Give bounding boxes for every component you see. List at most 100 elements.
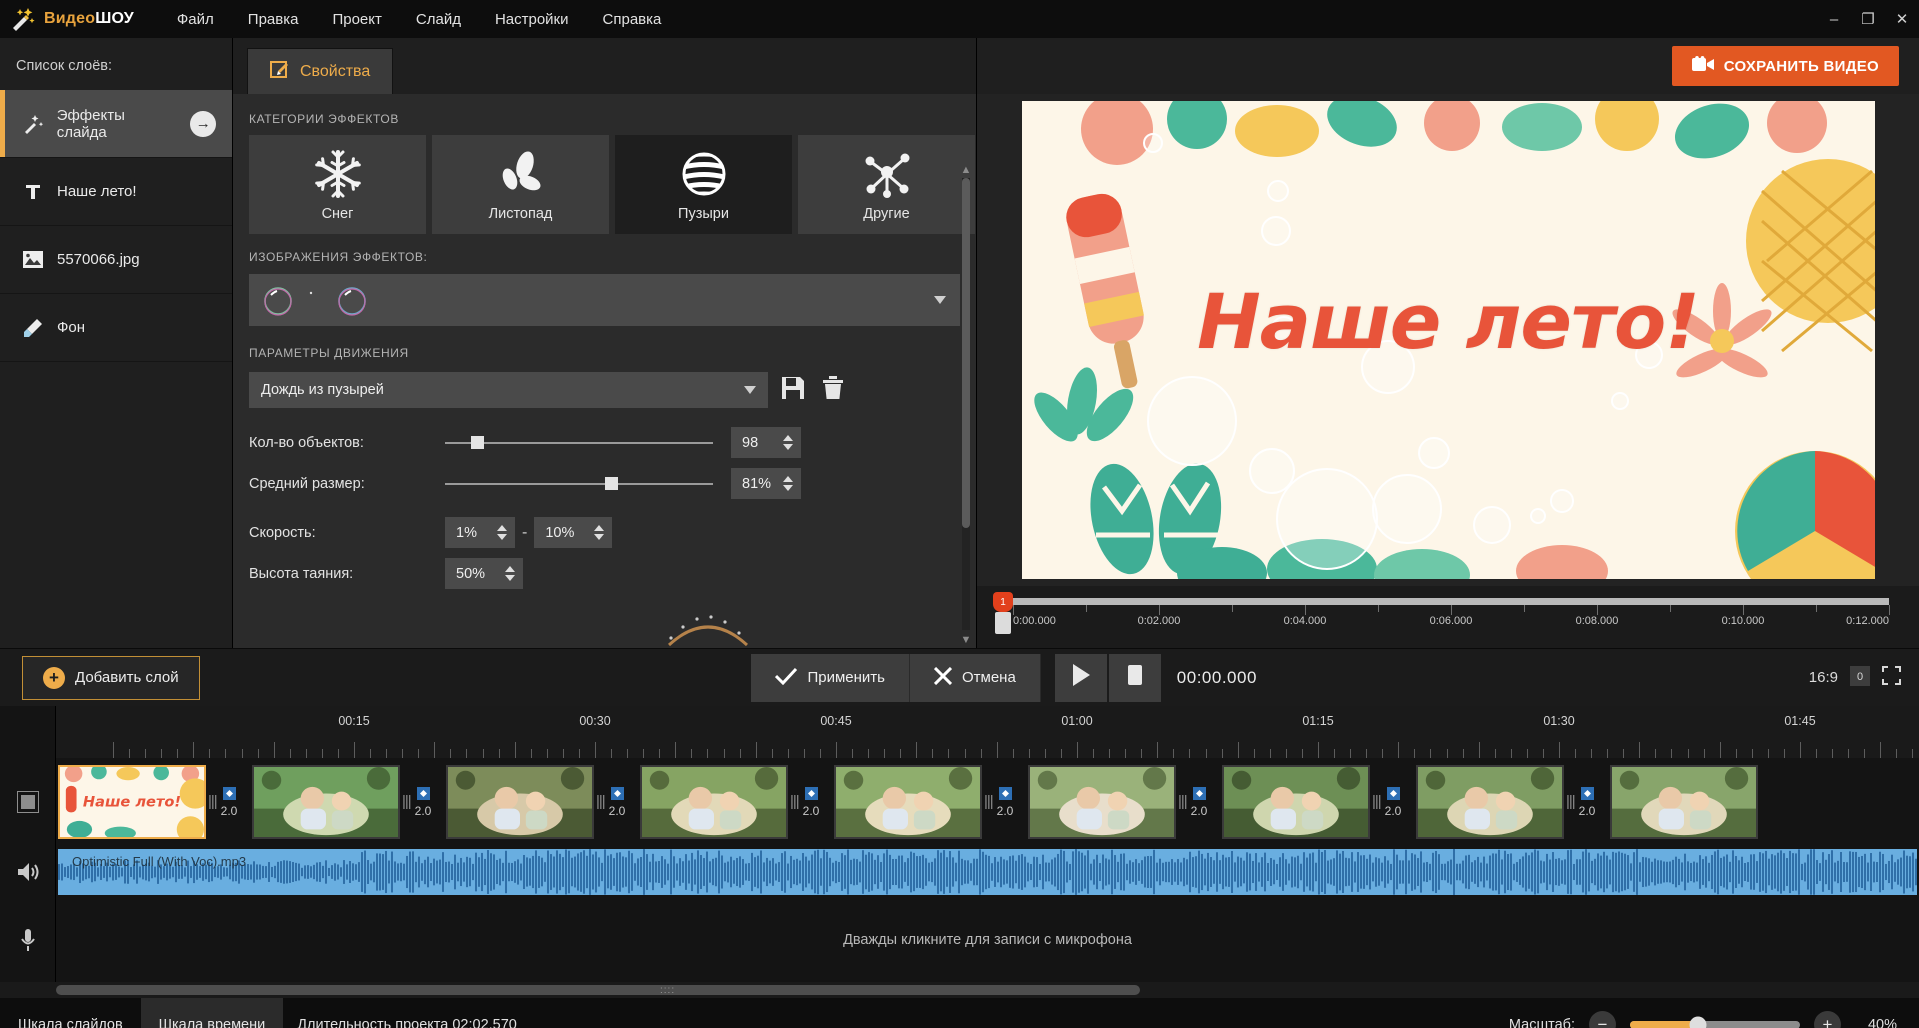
transition-type-icon[interactable]	[610, 786, 624, 800]
cancel-button[interactable]: Отмена	[909, 653, 1041, 702]
slider-knob[interactable]	[605, 477, 619, 490]
sidebar-item-background[interactable]: Фон	[0, 294, 232, 362]
slider-knob[interactable]	[471, 436, 485, 449]
slide-transition[interactable]: ||| 2.0	[594, 765, 640, 839]
preview-stage[interactable]: Наше лето!	[1021, 101, 1875, 579]
expand-arrow-icon[interactable]: →	[190, 110, 216, 137]
slides-strip[interactable]: Наше лето! ||| 2.0 ||| 2.0 ||| 2.0 ||| 2.0 ||| 2.0…	[56, 758, 1919, 846]
spinner-down-icon[interactable]	[783, 485, 793, 491]
average-size-input[interactable]: 81%	[731, 468, 801, 499]
close-icon[interactable]: ✕	[1885, 0, 1919, 38]
spinner-down-icon[interactable]	[783, 444, 793, 450]
average-size-slider[interactable]	[445, 475, 713, 493]
scrubber-track[interactable]	[1013, 598, 1889, 605]
scrollbar-thumb[interactable]	[962, 178, 970, 528]
apply-button[interactable]: Применить	[751, 653, 910, 702]
ruler-scale[interactable]: 00:15 00:30 00:45 01:00 01:15 01:30 01:45	[56, 706, 1919, 758]
transition-grip-icon[interactable]: |||	[984, 793, 994, 810]
stop-button[interactable]	[1108, 653, 1161, 702]
sidebar-item-text-layer[interactable]: Наше лето!	[0, 158, 232, 226]
transition-type-icon[interactable]	[1386, 786, 1400, 800]
spinner-arrows[interactable]	[783, 427, 793, 458]
transition-grip-icon[interactable]: |||	[596, 793, 606, 810]
audio-clip-row[interactable]: Optimistic Full (With Voc).mp3	[56, 846, 1919, 898]
slide-transition[interactable]: ||| 2.0	[1176, 765, 1222, 839]
timeline-slide[interactable]	[1610, 765, 1758, 839]
add-layer-button[interactable]: + Добавить слой	[22, 655, 200, 700]
scroll-up-icon[interactable]: ▲	[960, 164, 972, 176]
slide-transition[interactable]: ||| 2.0	[400, 765, 446, 839]
minimize-icon[interactable]: –	[1817, 0, 1851, 38]
slide-transition[interactable]: ||| 2.0	[206, 765, 252, 839]
menu-item-edit[interactable]: Правка	[231, 3, 316, 36]
timeline-slide[interactable]	[252, 765, 400, 839]
sidebar-item-image-layer[interactable]: 5570066.jpg	[0, 226, 232, 294]
timeline-slide[interactable]: Наше лето!	[58, 765, 206, 839]
chevron-down-icon[interactable]	[934, 291, 946, 309]
tab-time-scale[interactable]: Шкала времени	[140, 998, 284, 1028]
spinner-up-icon[interactable]	[505, 566, 515, 572]
effect-category-leaf-fall[interactable]: Листопад	[432, 135, 609, 234]
spinner-down-icon[interactable]	[505, 575, 515, 581]
effect-category-bubbles[interactable]: Пузыри	[615, 135, 792, 234]
slide-transition[interactable]: ||| 2.0	[982, 765, 1028, 839]
bubble-thumbnail-icon[interactable]	[335, 283, 369, 317]
scroll-down-icon[interactable]: ▼	[960, 634, 972, 646]
transition-grip-icon[interactable]: |||	[1372, 793, 1382, 810]
spinner-arrows[interactable]	[505, 558, 515, 589]
motion-preset-select[interactable]: Дождь из пузырей	[249, 372, 768, 408]
preview-playhead[interactable]: 1	[993, 592, 1013, 634]
chevron-down-icon[interactable]	[744, 382, 756, 398]
spinner-up-icon[interactable]	[783, 435, 793, 441]
spinner-up-icon[interactable]	[594, 525, 605, 531]
spinner-down-icon[interactable]	[594, 534, 605, 540]
transition-grip-icon[interactable]: |||	[402, 793, 412, 810]
zoom-out-button[interactable]: −	[1589, 1011, 1616, 1028]
effect-category-snow[interactable]: Снег	[249, 135, 426, 234]
spinner-up-icon[interactable]	[783, 476, 793, 482]
delete-preset-button[interactable]	[818, 375, 848, 405]
mic-record-hint[interactable]: Дважды кликните для записи с микрофона	[56, 898, 1919, 982]
speed-to-input[interactable]: 10%	[534, 517, 613, 548]
effect-category-others[interactable]: Другие	[798, 135, 975, 234]
timeline-slide[interactable]	[1028, 765, 1176, 839]
tab-slide-scale[interactable]: Шкала слайдов	[0, 998, 141, 1028]
properties-scrollbar[interactable]	[962, 178, 970, 630]
save-preset-button[interactable]	[778, 375, 808, 405]
spinner-arrows[interactable]	[594, 517, 605, 548]
zoom-in-button[interactable]: +	[1814, 1011, 1841, 1028]
fullscreen-icon[interactable]	[1881, 666, 1901, 689]
scrollbar-thumb[interactable]	[56, 985, 1140, 995]
restore-icon[interactable]: ❐	[1851, 0, 1885, 38]
transition-grip-icon[interactable]: |||	[1566, 793, 1576, 810]
transition-type-icon[interactable]	[416, 786, 430, 800]
timeline-slide[interactable]	[1222, 765, 1370, 839]
spinner-arrows[interactable]	[783, 468, 793, 499]
transition-type-icon[interactable]	[998, 786, 1012, 800]
transition-type-icon[interactable]	[222, 786, 236, 800]
zoom-slider[interactable]	[1630, 1016, 1800, 1028]
menu-item-slide[interactable]: Слайд	[399, 3, 478, 36]
menu-item-file[interactable]: Файл	[160, 3, 231, 36]
play-button[interactable]	[1054, 653, 1107, 702]
transition-type-icon[interactable]	[1580, 786, 1594, 800]
spinner-down-icon[interactable]	[497, 534, 507, 540]
menu-item-settings[interactable]: Настройки	[478, 3, 586, 36]
melt-height-input[interactable]: 50%	[445, 558, 523, 589]
effect-images-strip[interactable]	[249, 274, 960, 326]
menu-item-project[interactable]: Проект	[315, 3, 398, 36]
transition-grip-icon[interactable]: |||	[208, 793, 218, 810]
save-video-button[interactable]: СОХРАНИТЬ ВИДЕО	[1671, 46, 1899, 86]
slide-transition[interactable]: ||| 2.0	[1370, 765, 1416, 839]
transition-grip-icon[interactable]: |||	[1178, 793, 1188, 810]
sidebar-item-slide-effects[interactable]: Эффекты слайда →	[0, 90, 232, 158]
timeline-slide[interactable]	[640, 765, 788, 839]
transition-type-icon[interactable]	[1192, 786, 1206, 800]
microphone-icon[interactable]	[0, 898, 56, 982]
speed-from-input[interactable]: 1%	[445, 517, 515, 548]
objects-count-slider[interactable]	[445, 434, 713, 452]
playhead-handle[interactable]	[995, 612, 1011, 634]
objects-count-input[interactable]: 98	[731, 427, 801, 458]
aspect-ratio-label[interactable]: 16:9	[1809, 669, 1838, 686]
timeline-slide[interactable]	[446, 765, 594, 839]
